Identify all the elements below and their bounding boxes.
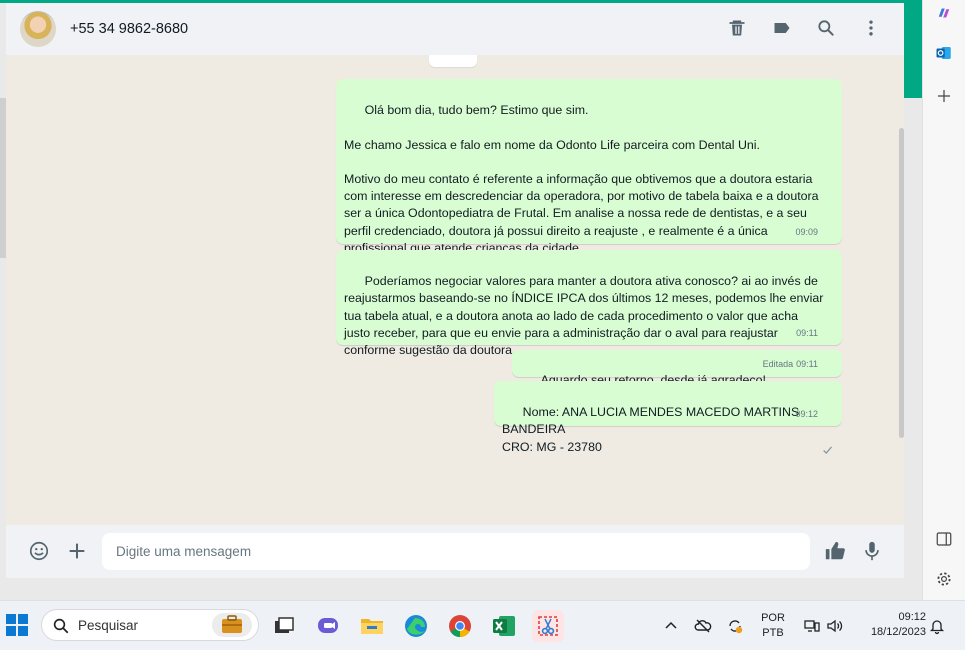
add-icon[interactable] <box>934 86 954 106</box>
edge-sidebar <box>922 0 965 600</box>
sidebar-toggle-icon[interactable] <box>934 529 954 549</box>
windows-start-icon[interactable] <box>6 614 28 636</box>
date-chip <box>429 55 477 67</box>
snipping-tool-icon[interactable] <box>532 610 564 642</box>
taskbar-search[interactable]: Pesquisar <box>41 609 259 641</box>
message-bubble[interactable]: Nome: ANA LUCIA MENDES MACEDO MARTINS BA… <box>494 381 842 454</box>
language-indicator[interactable]: POR PTB <box>758 612 788 639</box>
edge-browser-icon[interactable] <box>400 610 432 642</box>
sync-icon[interactable] <box>726 617 744 635</box>
message-text: Nome: ANA LUCIA MENDES MACEDO MARTINS BA… <box>502 405 800 454</box>
thumbs-up-icon[interactable] <box>823 539 847 563</box>
chrome-icon[interactable] <box>444 610 476 642</box>
clock[interactable]: 09:12 18/12/2023 <box>856 611 926 638</box>
message-meta: 09:09 <box>795 224 835 273</box>
gear-icon[interactable] <box>934 569 954 589</box>
cloud-off-icon[interactable] <box>694 617 712 635</box>
scrollbar[interactable] <box>899 128 904 438</box>
clock-date: 18/12/2023 <box>870 626 926 638</box>
teams-chat-icon[interactable] <box>312 610 344 642</box>
message-time: 09:11 <box>796 327 818 338</box>
contact-name[interactable]: +55 34 9862-8680 <box>70 21 188 37</box>
keyboard-layout: PTB <box>762 627 784 639</box>
message-input[interactable] <box>102 533 810 570</box>
check-icon <box>821 409 835 454</box>
chevron-up-icon[interactable] <box>662 617 680 635</box>
file-explorer-icon[interactable] <box>356 610 388 642</box>
search-label: Pesquisar <box>78 618 139 633</box>
excel-icon[interactable] <box>488 610 520 642</box>
message-meta: 09:12 <box>795 406 835 454</box>
window-accent-strip <box>904 0 922 98</box>
trash-icon[interactable] <box>726 17 748 39</box>
briefcase-icon <box>212 613 252 637</box>
message-time: 09:09 <box>795 226 818 237</box>
task-view-icon[interactable] <box>268 610 300 642</box>
message-text: Olá bom dia, tudo bem? Estimo que sim. M… <box>344 103 819 255</box>
search-icon[interactable] <box>815 17 837 39</box>
double-check-icon <box>821 227 835 273</box>
message-time: 09:12 <box>795 408 818 419</box>
message-bubble[interactable]: Poderíamos negociar valores para manter … <box>336 250 842 374</box>
taskbar: Pesquisar POR PTB 09:12 18/12/2023 <box>0 600 965 650</box>
message-meta: Editada 09:11 <box>762 356 835 405</box>
chat-window: +55 34 9862-8680 Olá bom dia, tudo bem? … <box>6 3 904 578</box>
contact-avatar[interactable] <box>20 11 56 47</box>
message-text: Poderíamos negociar valores para manter … <box>344 274 824 358</box>
network-icon[interactable] <box>803 617 821 635</box>
message-meta: 09:11 <box>796 325 835 374</box>
double-check-icon <box>821 359 835 405</box>
volume-icon[interactable] <box>826 617 844 635</box>
message-bubble[interactable]: Olá bom dia, tudo bem? Estimo que sim. M… <box>336 79 842 273</box>
message-time: 09:11 <box>796 358 818 369</box>
language-code: POR <box>761 612 785 624</box>
message-bubble[interactable]: Aguardo seu retorno, desde já agradeço! … <box>512 350 842 405</box>
more-vert-icon[interactable] <box>860 17 882 39</box>
message-list[interactable]: Olá bom dia, tudo bem? Estimo que sim. M… <box>6 55 904 525</box>
search-icon <box>53 618 69 634</box>
microphone-icon[interactable] <box>860 539 884 563</box>
clock-time: 09:12 <box>898 611 926 623</box>
copilot-icon[interactable] <box>934 3 954 23</box>
plus-icon[interactable] <box>65 539 89 563</box>
edited-label: Editada <box>762 358 794 369</box>
outlook-icon[interactable] <box>934 43 954 63</box>
notification-bell-icon[interactable] <box>928 617 946 635</box>
double-check-icon <box>821 328 835 374</box>
chat-header: +55 34 9862-8680 <box>6 3 904 56</box>
label-icon[interactable] <box>771 17 793 39</box>
composer <box>6 525 904 578</box>
emoji-icon[interactable] <box>27 539 51 563</box>
